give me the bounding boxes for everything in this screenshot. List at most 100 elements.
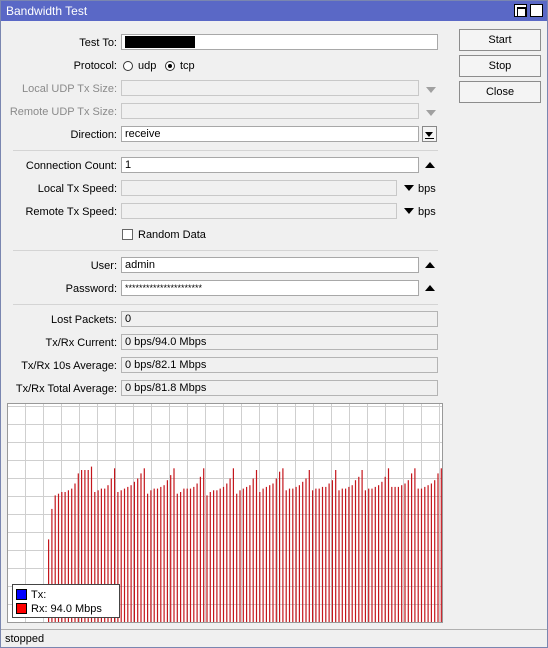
direction-select[interactable]: receive: [121, 126, 419, 142]
rx-bar: [401, 485, 403, 622]
user-collapse-icon[interactable]: [425, 262, 435, 268]
rx-bar: [279, 471, 281, 622]
rx-bar: [272, 483, 274, 622]
collapse-up-icon[interactable]: [425, 162, 435, 168]
connection-count-input[interactable]: 1: [121, 157, 419, 173]
password-input[interactable]: **********************: [121, 280, 419, 296]
test-to-input[interactable]: [121, 34, 438, 50]
protocol-udp-radio[interactable]: [123, 61, 133, 71]
rx-bar: [140, 473, 142, 622]
local-udp-dropdown-icon[interactable]: [426, 87, 436, 93]
lost-packets-label: Lost Packets:: [50, 314, 117, 326]
current-value: 0 bps/94.0 Mbps: [121, 334, 438, 350]
rx-bar: [236, 493, 238, 622]
rx-bar: [150, 490, 152, 622]
rx-bar: [420, 488, 423, 622]
local-tx-speed-dropdown-icon[interactable]: [404, 185, 414, 191]
close-window-button[interactable]: ×: [530, 4, 543, 17]
rx-bar: [354, 480, 357, 622]
separator: [13, 150, 438, 151]
rx-bar: [341, 488, 343, 622]
rx-bar: [417, 488, 419, 622]
rx-bar: [137, 478, 139, 622]
rx-bar: [285, 490, 287, 622]
bandwidth-graph: Tx: Rx: 94.0 Mbps: [7, 403, 443, 623]
user-input[interactable]: admin: [121, 257, 419, 273]
rx-bar: [321, 486, 324, 622]
remote-udp-tx-size-label: Remote UDP Tx Size:: [9, 106, 117, 118]
total-avg-label: Tx/Rx Total Average:: [15, 383, 117, 395]
rx-bar: [239, 490, 241, 622]
close-button[interactable]: Close: [459, 81, 541, 103]
random-data-checkbox[interactable]: [122, 229, 133, 240]
rx-bar: [275, 478, 277, 622]
rx-bar: [229, 478, 231, 622]
rx-bar: [391, 486, 393, 622]
rx-bar: [345, 488, 347, 622]
remote-udp-tx-size-field[interactable]: [121, 103, 419, 119]
rx-bar: [335, 470, 337, 622]
remote-tx-speed-unit: bps: [418, 206, 436, 218]
rx-bar: [186, 488, 188, 622]
direction-dropdown-button[interactable]: [422, 126, 437, 142]
rx-bar: [424, 486, 426, 622]
rx-bar: [298, 485, 300, 622]
rx-bar: [203, 468, 205, 622]
rx-bar: [153, 488, 155, 622]
remote-tx-speed-field[interactable]: [121, 203, 397, 219]
rx-bar: [440, 468, 442, 622]
protocol-label: Protocol:: [73, 60, 117, 72]
rx-legend-label: Rx: 94.0 Mbps: [31, 603, 102, 615]
rx-bar: [404, 483, 406, 622]
window-title: Bandwidth Test: [6, 4, 88, 18]
rx-bar: [361, 470, 363, 622]
local-udp-tx-size-field[interactable]: [121, 80, 419, 96]
rx-bar: [325, 486, 327, 622]
local-tx-speed-unit: bps: [418, 183, 436, 195]
rx-bar: [196, 483, 198, 622]
rx-bar: [120, 490, 122, 622]
rx-bar: [213, 490, 215, 622]
rx-bar: [170, 475, 172, 622]
rx-bar: [130, 485, 132, 622]
rx-bar: [368, 488, 370, 622]
remote-udp-dropdown-icon[interactable]: [426, 110, 436, 116]
rx-bar: [255, 470, 258, 622]
stop-button[interactable]: Stop: [459, 55, 541, 77]
lost-packets-value: 0: [121, 311, 438, 327]
local-udp-tx-size-label: Local UDP Tx Size:: [22, 83, 117, 95]
start-button[interactable]: Start: [459, 29, 541, 51]
rx-bar: [206, 495, 208, 622]
total-avg-value: 0 bps/81.8 Mbps: [121, 380, 438, 396]
rx-bar: [387, 468, 390, 622]
local-tx-speed-field[interactable]: [121, 180, 397, 196]
rx-bar: [209, 492, 211, 622]
rx-bar: [348, 486, 350, 622]
rx-bar: [434, 480, 436, 622]
rx-bar: [143, 468, 145, 622]
rx-color-swatch: [16, 603, 27, 614]
rx-bar: [269, 485, 271, 622]
rx-bar: [427, 485, 429, 622]
protocol-tcp-radio[interactable]: [165, 61, 175, 71]
remote-tx-speed-dropdown-icon[interactable]: [404, 208, 414, 214]
rx-bar: [358, 476, 360, 622]
rx-bar: [246, 486, 248, 622]
rx-bar: [437, 473, 439, 622]
rx-bar: [364, 490, 366, 622]
rx-bar: [259, 492, 261, 622]
password-collapse-icon[interactable]: [425, 285, 435, 291]
remote-tx-speed-label: Remote Tx Speed:: [25, 206, 117, 218]
rx-bar: [232, 468, 234, 622]
local-tx-speed-label: Local Tx Speed:: [37, 183, 117, 195]
rx-bar: [394, 486, 396, 622]
maximize-button[interactable]: [514, 4, 527, 17]
rx-bar: [308, 470, 310, 622]
rx-bar: [262, 488, 264, 622]
rx-bar: [166, 480, 168, 622]
title-bar[interactable]: Bandwidth Test ×: [1, 1, 547, 21]
rx-bar: [312, 490, 314, 622]
rx-bar: [163, 485, 165, 622]
rx-bar: [173, 468, 175, 622]
rx-bar: [397, 486, 399, 622]
